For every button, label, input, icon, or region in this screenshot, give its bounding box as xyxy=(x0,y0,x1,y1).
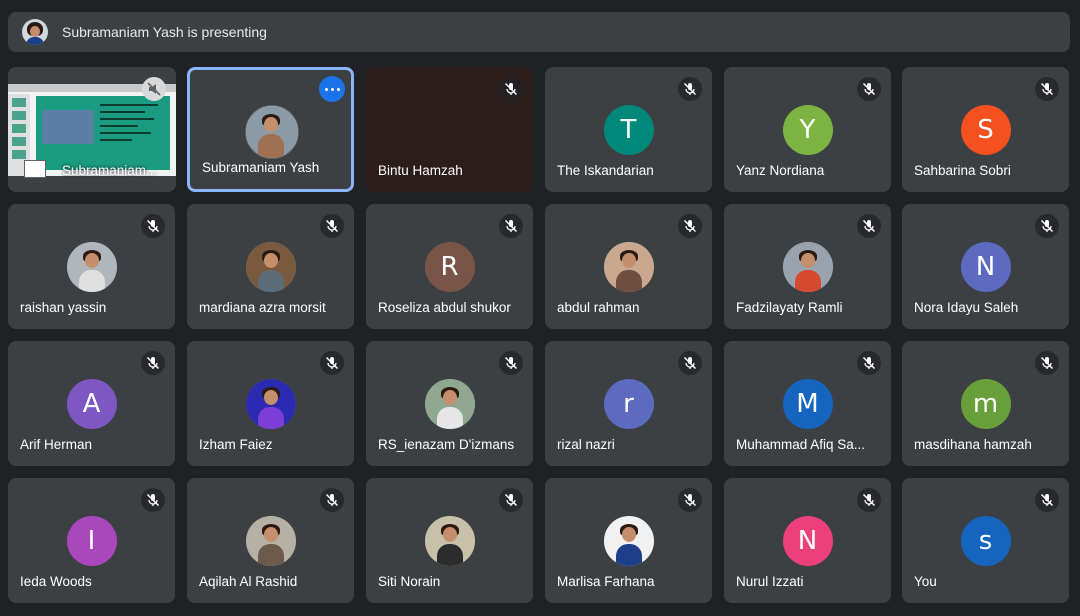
participant-tile[interactable]: raishan yassin xyxy=(8,204,175,329)
participant-photo-avatar xyxy=(245,516,296,566)
participant-name: Aqilah Al Rashid xyxy=(199,574,298,589)
participant-name: Muhammad Afiq Sa... xyxy=(736,437,866,452)
participant-name: Marlisa Farhana xyxy=(557,574,655,589)
participant-photo-avatar xyxy=(603,242,654,292)
participant-name: Arif Herman xyxy=(20,437,93,452)
participant-tile[interactable]: A Arif Herman xyxy=(8,341,175,466)
participant-name: raishan yassin xyxy=(20,300,107,315)
participant-name: Roseliza abdul shukor xyxy=(378,300,511,315)
mic-off-icon xyxy=(141,214,165,238)
participant-initial-avatar: R xyxy=(424,242,475,292)
participant-name: Bintu Hamzah xyxy=(378,163,463,178)
mic-off-icon xyxy=(320,488,344,512)
participant-name: Nurul Izzati xyxy=(736,574,804,589)
participant-tile[interactable]: M Muhammad Afiq Sa... xyxy=(724,341,891,466)
mic-off-icon xyxy=(499,77,523,101)
participant-tile[interactable]: Subramaniam Yash xyxy=(187,67,354,192)
participant-tile[interactable]: S Sahbarina Sobri xyxy=(902,67,1069,192)
participant-initial-avatar: I xyxy=(66,516,117,566)
participant-photo-avatar xyxy=(603,516,654,566)
participant-initial-avatar: N xyxy=(782,516,833,566)
participant-tile[interactable]: r rizal nazri xyxy=(545,341,712,466)
participant-tile[interactable]: Y Yanz Nordiana xyxy=(724,67,891,192)
mic-off-icon xyxy=(141,351,165,375)
participant-photo-avatar xyxy=(424,516,475,566)
participant-name: Ieda Woods xyxy=(20,574,92,589)
mic-off-icon xyxy=(678,214,702,238)
participant-photo-avatar xyxy=(66,242,117,292)
participant-tile[interactable]: R Roseliza abdul shukor xyxy=(366,204,533,329)
mic-off-icon xyxy=(678,488,702,512)
participant-tile[interactable]: Bintu Hamzah xyxy=(366,67,533,192)
participant-name: Fadzilayaty Ramli xyxy=(736,300,843,315)
participant-name: rizal nazri xyxy=(557,437,615,452)
audio-off-icon xyxy=(142,77,166,101)
mic-off-icon xyxy=(1035,351,1059,375)
participant-initial-avatar: Y xyxy=(782,105,833,155)
participant-photo-avatar xyxy=(782,242,833,292)
participant-tile[interactable]: Siti Norain xyxy=(366,478,533,603)
mic-off-icon xyxy=(320,214,344,238)
participant-initial-avatar: m xyxy=(960,379,1011,429)
participant-initial-avatar: A xyxy=(66,379,117,429)
more-options-icon[interactable] xyxy=(319,76,345,102)
screen-share-tile[interactable]: Subramaniam... xyxy=(8,67,176,192)
participant-photo-avatar xyxy=(244,105,299,159)
participant-name: Nora Idayu Saleh xyxy=(914,300,1019,315)
participant-tile[interactable]: s You xyxy=(902,478,1069,603)
participant-initial-avatar: M xyxy=(782,379,833,429)
mic-off-icon xyxy=(857,488,881,512)
participant-tile[interactable]: T The Iskandarian xyxy=(545,67,712,192)
participant-name: masdihana hamzah xyxy=(914,437,1032,452)
participant-name: Yanz Nordiana xyxy=(736,163,825,178)
participant-name: abdul rahman xyxy=(557,300,640,315)
participant-initial-avatar: N xyxy=(960,242,1011,292)
participant-tile[interactable]: mardiana azra morsit xyxy=(187,204,354,329)
mic-off-icon xyxy=(499,351,523,375)
mic-off-icon xyxy=(857,77,881,101)
mic-off-icon xyxy=(1035,214,1059,238)
participant-initial-avatar: s xyxy=(960,516,1011,566)
participant-tile[interactable]: Aqilah Al Rashid xyxy=(187,478,354,603)
participant-name: You xyxy=(914,574,937,589)
mic-off-icon xyxy=(320,351,344,375)
presenter-avatar xyxy=(22,19,48,45)
mic-off-icon xyxy=(857,214,881,238)
participant-name: Sahbarina Sobri xyxy=(914,163,1011,178)
participant-tile[interactable]: Izham Faiez xyxy=(187,341,354,466)
participant-tile[interactable]: Marlisa Farhana xyxy=(545,478,712,603)
participant-tile[interactable]: I Ieda Woods xyxy=(8,478,175,603)
participant-name: The Iskandarian xyxy=(557,163,654,178)
mic-off-icon xyxy=(1035,488,1059,512)
participant-tile[interactable]: m masdihana hamzah xyxy=(902,341,1069,466)
mic-off-icon xyxy=(141,488,165,512)
mic-off-icon xyxy=(499,488,523,512)
participant-tile[interactable]: N Nora Idayu Saleh xyxy=(902,204,1069,329)
participant-photo-avatar xyxy=(245,242,296,292)
participant-name: Subramaniam Yash xyxy=(202,160,320,175)
participant-tile[interactable]: Fadzilayaty Ramli xyxy=(724,204,891,329)
participant-name: Izham Faiez xyxy=(199,437,273,452)
mic-off-icon xyxy=(678,77,702,101)
participant-initial-avatar: r xyxy=(603,379,654,429)
screen-share-label: Subramaniam... xyxy=(62,163,158,178)
presenting-banner: Subramaniam Yash is presenting xyxy=(8,12,1070,52)
participant-initial-avatar: S xyxy=(960,105,1011,155)
participant-name: RS_ienazam D'izmans xyxy=(378,437,515,452)
mic-off-icon xyxy=(1035,77,1059,101)
participant-photo-avatar xyxy=(424,379,475,429)
participant-photo-avatar xyxy=(245,379,296,429)
mic-off-icon xyxy=(499,214,523,238)
presentation-icon xyxy=(24,160,46,178)
participant-initial-avatar: T xyxy=(603,105,654,155)
participant-tile[interactable]: abdul rahman xyxy=(545,204,712,329)
mic-off-icon xyxy=(857,351,881,375)
participant-name: mardiana azra morsit xyxy=(199,300,326,315)
participant-name: Siti Norain xyxy=(378,574,441,589)
presenting-text: Subramaniam Yash is presenting xyxy=(62,24,267,40)
participant-tile[interactable]: RS_ienazam D'izmans xyxy=(366,341,533,466)
participant-tile[interactable]: N Nurul Izzati xyxy=(724,478,891,603)
mic-off-icon xyxy=(678,351,702,375)
